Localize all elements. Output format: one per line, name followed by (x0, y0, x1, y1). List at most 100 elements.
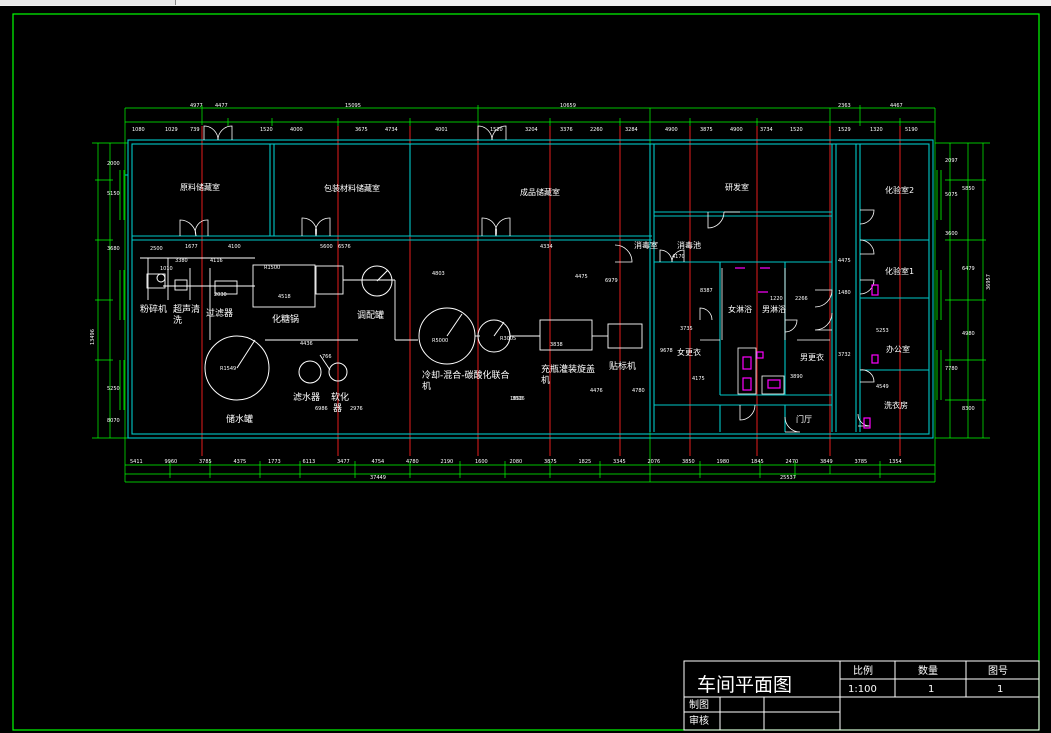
room-research: 研发室 (725, 182, 749, 192)
equip-ultrasonic-line1: 超声清 (173, 303, 200, 315)
reviewed-by-label: 审核 (689, 714, 709, 727)
dim-top2-8: 1520 (490, 127, 503, 133)
dim-top2-6: 4734 (385, 127, 398, 133)
dim-equip-19: 766 (322, 354, 332, 360)
dim-equip-1: 3380 (175, 258, 188, 264)
dim-top-4: 2363 (838, 103, 851, 109)
dim-equip-36: 1480 (838, 290, 851, 296)
dim-equip-8: 5600 (320, 244, 333, 250)
equip-filler-line1: 充瓶灌装旋盖 (541, 363, 595, 375)
dim-equip-22: 3616 (512, 396, 525, 402)
dim-bottom-18: 1845 (751, 459, 764, 465)
dim-bottom-7: 4754 (372, 459, 385, 465)
dim-bottom-22: 1354 (889, 459, 902, 465)
dim-bottom-17: 1980 (717, 459, 730, 465)
dim-bottom-20: 3849 (820, 459, 833, 465)
floor-plan-drawing: 原料储藏室 包装材料储藏室 成品储藏室 研发室 化验室2 化验室1 消毒室 消毒… (12, 13, 1040, 731)
dim-bottom-19: 2470 (786, 459, 799, 465)
dim-left-2: 3680 (107, 246, 120, 252)
dim-equip-17: R1549 (220, 366, 236, 372)
dim-bottom-0: 5411 (130, 459, 143, 465)
dim-bottom-11: 2080 (510, 459, 523, 465)
dim-equip-15: 6576 (338, 244, 351, 250)
dim-equip-13: 6979 (605, 278, 618, 284)
room-lab2: 化验室2 (885, 185, 914, 195)
room-disinfect1: 消毒室 (634, 240, 658, 250)
drawing-border (12, 13, 1040, 731)
room-female-change: 女更衣 (677, 347, 701, 357)
dimension-texts: 4977 4477 15095 10659 2363 4467 1080 1029 739 152… (90, 103, 992, 465)
drawing-number-value: 1 (997, 684, 1003, 695)
room-gatehouse: 门厅 (796, 414, 812, 424)
dim-equip-3: 1677 (185, 244, 198, 250)
room-packaging-storage: 包装材料储藏室 (324, 183, 380, 193)
dim-right-4: 6479 (962, 266, 975, 272)
room-male-shower: 男淋浴 (762, 304, 786, 314)
dim-bottom-16: 3850 (682, 459, 695, 465)
dim-bottom-13: 1825 (579, 459, 592, 465)
equip-softener-line1: 软化 (331, 391, 349, 403)
dim-left-3: 13496 (90, 329, 96, 345)
room-product-storage: 成品储藏室 (520, 187, 560, 197)
dim-equip-27: 9678 (660, 348, 673, 354)
equip-mixing-tank: 调配罐 (357, 309, 384, 321)
dim-bottom-10: 1600 (475, 459, 488, 465)
dim-bottom-3: 4375 (234, 459, 247, 465)
room-disinfect2: 消毒池 (677, 240, 701, 250)
dim-equip-32: 1220 (770, 296, 783, 302)
dim-bottom-6: 3477 (337, 459, 350, 465)
dim-equip-18: 4436 (300, 341, 313, 347)
drawing-number-label: 图号 (988, 665, 1008, 677)
dim-equip-28: 8387 (700, 288, 713, 294)
room-male-change: 男更衣 (800, 352, 824, 362)
dim-equip-0: 2500 (150, 246, 163, 252)
dim-equip-33: 2266 (795, 296, 808, 302)
room-laundry: 洗衣房 (884, 400, 908, 410)
dim-equip-34: 3890 (790, 374, 803, 380)
dim-bottom-12: 3875 (544, 459, 557, 465)
dim-bottom-1: 9960 (165, 459, 178, 465)
total-dimension-right: 25537 (780, 475, 796, 481)
dim-top-1: 4477 (215, 103, 228, 109)
dim-equip-21: 2976 (350, 406, 363, 412)
dim-bottom-15: 2076 (648, 459, 661, 465)
dim-equip-29: 4175 (692, 376, 705, 382)
dim-right-8: 8300 (962, 406, 975, 412)
dim-right-7: 7780 (945, 366, 958, 372)
dim-equip-26: R3005 (500, 336, 516, 342)
dim-equip-6: 2030 (214, 292, 227, 298)
dim-right-5: 36957 (986, 274, 992, 290)
equip-crusher: 粉碎机 (140, 303, 167, 315)
dim-bottom-9: 2190 (441, 459, 454, 465)
dim-bottom-2: 3785 (199, 459, 212, 465)
dim-equip-11: 4334 (540, 244, 553, 250)
dim-top2-20: 5190 (905, 127, 918, 133)
equip-labeler: 贴标机 (609, 360, 636, 372)
dim-bottom-4: 1773 (268, 459, 281, 465)
dim-equip-25: R5000 (432, 338, 448, 344)
room-lab1: 化验室1 (885, 266, 914, 276)
walls (125, 139, 934, 439)
dim-top-3: 10659 (560, 103, 576, 109)
room-labels: 原料储藏室 包装材料储藏室 成品储藏室 研发室 化验室2 化验室1 消毒室 消毒… (180, 182, 914, 424)
dim-top2-3: 1520 (260, 127, 273, 133)
dim-right-2: 5075 (945, 192, 958, 198)
dim-bottom-5: 6113 (303, 459, 316, 465)
dim-left-4: 5250 (107, 386, 120, 392)
drawing-title: 车间平面图 (697, 674, 792, 696)
quantity-value: 1 (928, 684, 934, 695)
dim-top2-18: 1529 (838, 127, 851, 133)
scale-value: 1:100 (848, 684, 877, 695)
scale-label: 比例 (853, 664, 873, 677)
dim-top2-11: 2260 (590, 127, 603, 133)
dim-equip-7: 1010 (160, 266, 173, 272)
dim-top2-5: 3675 (355, 127, 368, 133)
dim-right-0: 2097 (945, 158, 958, 164)
equip-cooler-line1: 冷却-混合-碳酸化联合 (422, 369, 510, 381)
dim-equip-35: 4475 (838, 258, 851, 264)
dim-right-3: 3600 (945, 231, 958, 237)
dim-equip-38: 5253 (876, 328, 889, 334)
dim-equip-5: 4100 (228, 244, 241, 250)
dim-top2-4: 4000 (290, 127, 303, 133)
equip-water-filter: 滤水器 (293, 391, 320, 403)
